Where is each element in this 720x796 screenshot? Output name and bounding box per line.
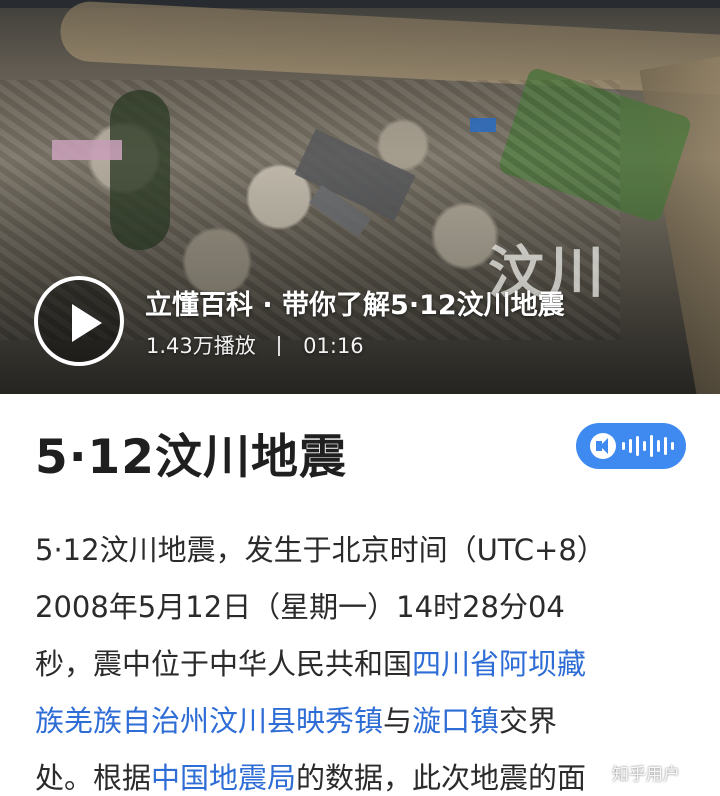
body-text-segment: 秒，震中位于中华人民共和国	[35, 647, 413, 681]
speaker-icon	[590, 433, 616, 459]
play-icon	[72, 304, 102, 342]
meta-divider	[278, 336, 281, 356]
body-text-segment: 的数据，此次地震的面	[296, 761, 587, 795]
body-text-segment: 处。根据	[35, 761, 152, 795]
source-watermark: 知乎用户	[612, 765, 680, 785]
video-title: 立懂百科 · 带你了解5·12汶川地震	[145, 290, 565, 321]
body-line: 5·12汶川地震，发生于北京时间（UTC+8）	[35, 533, 606, 567]
body-line: 处。根据中国地震局的数据，此次地震的面	[35, 750, 695, 796]
audio-wave-icon	[622, 435, 678, 457]
body-line: 秒，震中位于中华人民共和国四川省阿坝藏	[35, 636, 695, 693]
link-xuankou-town[interactable]: 漩口镇	[412, 704, 499, 738]
play-button[interactable]	[34, 276, 124, 366]
video-meta: 1.43万播放 01:16	[146, 330, 364, 360]
link-china-earthquake-administration[interactable]: 中国地震局	[151, 761, 296, 795]
body-line: 2008年5月12日（星期一）14时28分04	[35, 590, 565, 624]
listen-audio-button[interactable]	[576, 423, 686, 469]
link-sichuan-aba[interactable]: 四川省阿坝藏	[412, 647, 586, 681]
article-title: 5·12汶川地震	[35, 430, 347, 485]
body-text-segment: 与	[383, 704, 413, 738]
video-play-count: 1.43万播放	[146, 334, 256, 358]
body-text-segment: 交界	[499, 704, 558, 738]
video-player[interactable]: 汶川 立懂百科 · 带你了解5·12汶川地震 1.43万播放 01:16	[0, 0, 720, 394]
link-yingxiu-town[interactable]: 族羌族自治州汶川县映秀镇	[35, 704, 383, 738]
article-body: 5·12汶川地震，发生于北京时间（UTC+8） 2008年5月12日（星期一）1…	[35, 522, 695, 796]
body-line: 族羌族自治州汶川县映秀镇与漩口镇交界	[35, 693, 695, 750]
video-duration: 01:16	[303, 334, 364, 358]
